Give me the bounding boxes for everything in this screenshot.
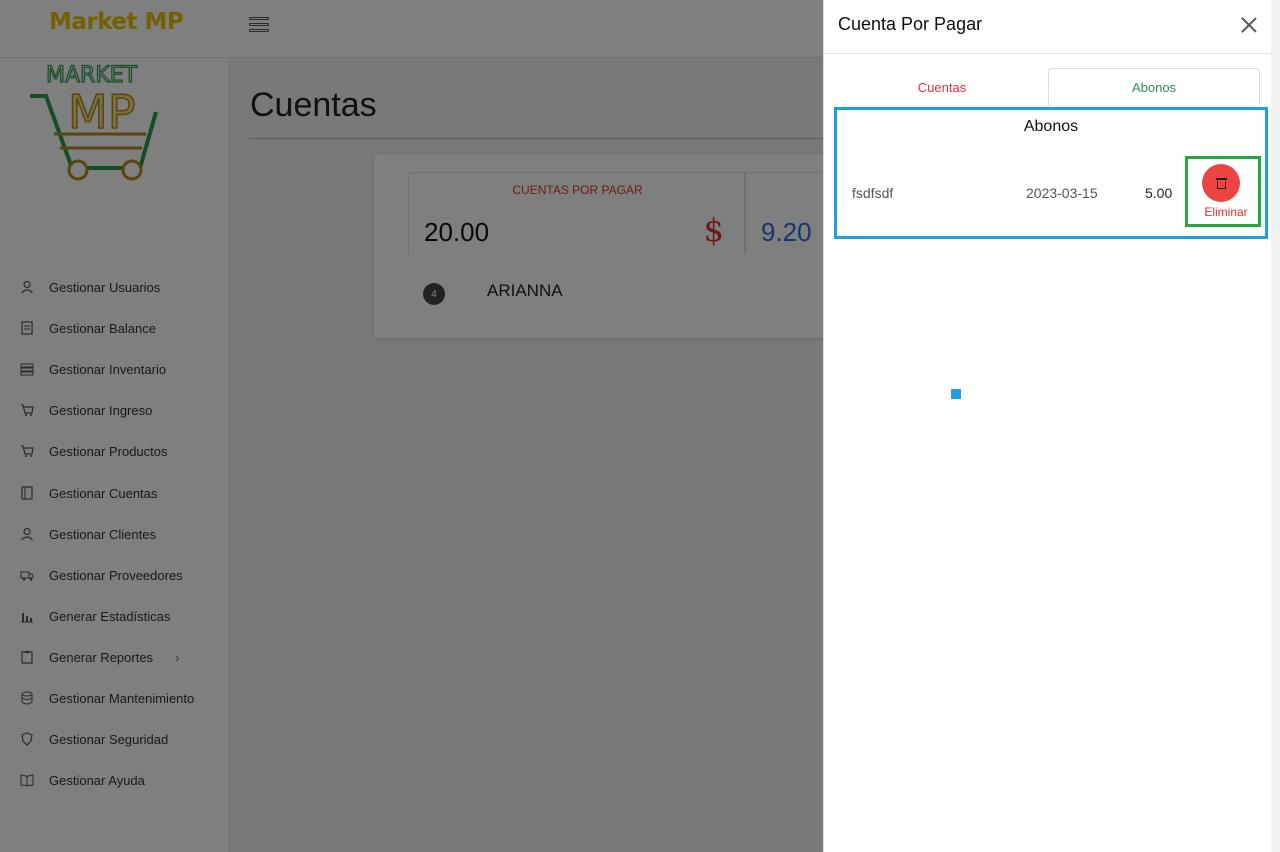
tab-cuentas[interactable]: Cuentas — [836, 68, 1048, 106]
cuenta-por-pagar-drawer: Cuenta Por Pagar Cuentas Abonos Abonos f… — [823, 0, 1273, 852]
close-icon[interactable] — [1237, 13, 1261, 37]
modal-backdrop[interactable] — [0, 0, 823, 852]
drawer-title: Cuenta Por Pagar — [838, 14, 983, 34]
delete-button[interactable] — [1202, 164, 1240, 202]
abono-date: 2023-03-15 — [1026, 185, 1098, 201]
delete-label[interactable]: Eliminar — [1188, 205, 1264, 219]
abono-description: fsdfsdf — [852, 185, 894, 201]
drawer-scrollbar[interactable] — [1271, 0, 1280, 852]
delete-action: Eliminar — [1185, 156, 1261, 227]
tab-abonos[interactable]: Abonos — [1048, 68, 1260, 106]
abonos-panel: Abonos fsdfsdf 2023-03-15 5.00 Eliminar — [834, 107, 1268, 239]
abono-amount: 5.00 — [1145, 185, 1173, 201]
trash-icon — [1215, 177, 1227, 189]
abonos-heading: Abonos — [1023, 118, 1079, 135]
drawer-tabs: Cuentas Abonos — [836, 68, 1261, 106]
cursor-marker — [951, 389, 961, 399]
drawer-header: Cuenta Por Pagar — [824, 0, 1273, 54]
